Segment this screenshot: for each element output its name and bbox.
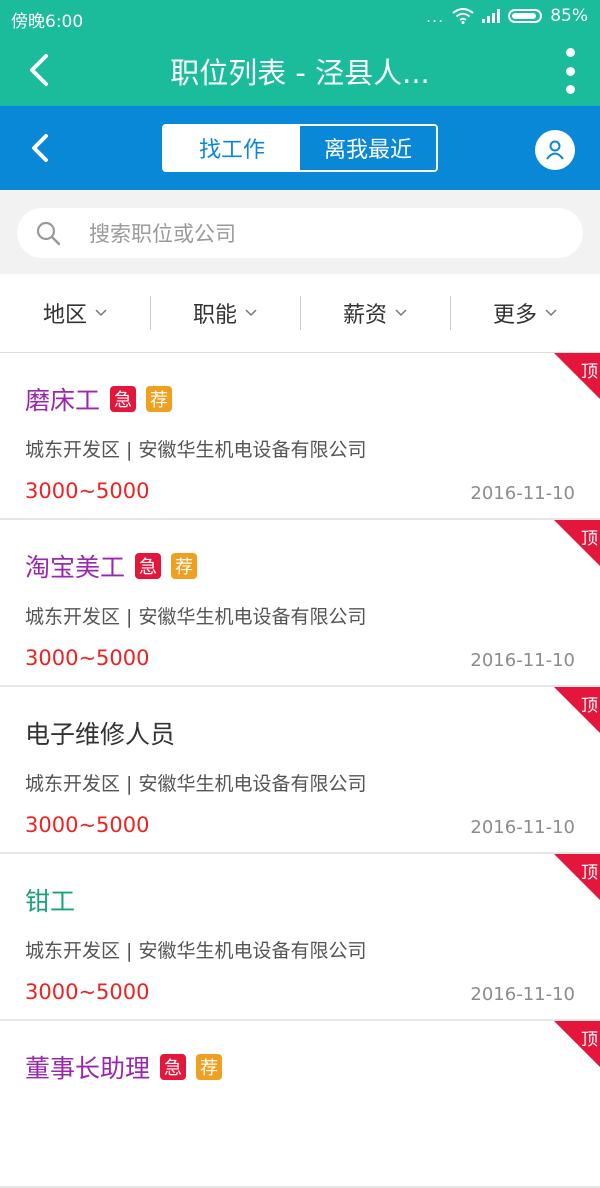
page-title: 职位列表 - 泾县人... — [170, 56, 430, 90]
top-badge-label: 顶 — [581, 696, 598, 716]
search-input[interactable] — [87, 216, 571, 252]
status-time: 傍晚6:00 — [11, 12, 84, 32]
back-chevron-icon[interactable] — [22, 128, 58, 168]
job-card[interactable]: 淘宝美工 急 荐 城东开发区 | 安徽华生机电设备有限公司 3000~5000 … — [0, 520, 600, 687]
filter-bar: 地区 职能 薪资 更多 — [0, 274, 600, 353]
urgent-badge: 急 — [110, 386, 137, 412]
search-icon — [36, 221, 61, 246]
job-title: 钳工 — [25, 887, 76, 916]
filter-label: 薪资 — [342, 303, 387, 328]
job-title-row: 磨床工 急 荐 — [25, 381, 173, 417]
job-title-row: 淘宝美工 急 荐 — [25, 548, 198, 584]
title-bar: 职位列表 - 泾县人... — [0, 34, 600, 106]
chevron-down-icon — [95, 309, 107, 317]
job-company: 城东开发区 | 安徽华生机电设备有限公司 — [25, 606, 367, 628]
job-title-row: 董事长助理 急 荐 — [25, 1049, 223, 1085]
filter-label: 更多 — [492, 303, 537, 328]
battery-icon — [508, 9, 543, 23]
job-company: 城东开发区 | 安徽华生机电设备有限公司 — [25, 439, 367, 461]
job-company: 城东开发区 | 安徽华生机电设备有限公司 — [25, 940, 367, 962]
job-salary: 3000~5000 — [25, 980, 150, 1004]
tab-find-job[interactable]: 找工作 — [164, 126, 300, 170]
nav-toolbar: 找工作 离我最近 — [0, 106, 600, 190]
back-arrow-icon[interactable] — [20, 50, 60, 90]
top-badge-label: 顶 — [581, 863, 598, 883]
recommend-badge: 荐 — [171, 553, 198, 579]
job-date: 2016-11-10 — [470, 984, 575, 1005]
chevron-down-icon — [395, 309, 407, 317]
job-title-row: 钳工 — [25, 882, 75, 918]
status-icons: ... 85% — [426, 6, 588, 26]
job-title: 磨床工 — [25, 386, 101, 415]
job-card[interactable]: 董事长助理 急 荐 顶 — [0, 1021, 600, 1188]
top-badge-label: 顶 — [581, 1030, 598, 1050]
signal-icon — [482, 9, 501, 23]
job-date: 2016-11-10 — [470, 650, 575, 671]
tab-nearest[interactable]: 离我最近 — [300, 126, 436, 170]
job-title: 电子维修人员 — [25, 720, 176, 749]
job-company: 城东开发区 | 安徽华生机电设备有限公司 — [25, 773, 367, 795]
status-bar: 傍晚6:00 ... 85% — [0, 0, 600, 34]
filter-salary[interactable]: 薪资 — [300, 274, 450, 352]
search-area — [0, 190, 600, 274]
search-box — [17, 208, 583, 258]
urgent-badge: 急 — [160, 1054, 187, 1080]
urgent-badge: 急 — [135, 553, 162, 579]
job-card[interactable]: 电子维修人员 城东开发区 | 安徽华生机电设备有限公司 3000~5000 20… — [0, 687, 600, 854]
job-salary: 3000~5000 — [25, 813, 150, 837]
job-salary: 3000~5000 — [25, 646, 150, 670]
status-dots: ... — [425, 6, 445, 26]
job-list: 磨床工 急 荐 城东开发区 | 安徽华生机电设备有限公司 3000~5000 2… — [0, 353, 600, 1188]
filter-label: 职能 — [192, 303, 237, 328]
job-card[interactable]: 磨床工 急 荐 城东开发区 | 安徽华生机电设备有限公司 3000~5000 2… — [0, 353, 600, 520]
job-card[interactable]: 钳工 城东开发区 | 安徽华生机电设备有限公司 3000~5000 2016-1… — [0, 854, 600, 1021]
segmented-control: 找工作 离我最近 — [162, 124, 438, 172]
recommend-badge: 荐 — [146, 386, 173, 412]
job-date: 2016-11-10 — [470, 483, 575, 504]
chevron-down-icon — [545, 309, 557, 317]
filter-label: 地区 — [42, 303, 87, 328]
chevron-down-icon — [245, 309, 257, 317]
job-title: 董事长助理 — [25, 1054, 151, 1083]
wifi-icon — [452, 8, 474, 24]
filter-region[interactable]: 地区 — [0, 274, 150, 352]
job-salary: 3000~5000 — [25, 479, 150, 503]
job-date: 2016-11-10 — [470, 817, 575, 838]
filter-more[interactable]: 更多 — [450, 274, 600, 352]
battery-level: 85% — [550, 6, 588, 26]
user-profile-button[interactable] — [535, 130, 575, 170]
top-badge-label: 顶 — [581, 362, 598, 382]
job-title: 淘宝美工 — [25, 553, 126, 582]
recommend-badge: 荐 — [196, 1054, 223, 1080]
user-icon — [546, 140, 564, 160]
filter-function[interactable]: 职能 — [150, 274, 300, 352]
top-badge-label: 顶 — [581, 529, 598, 549]
job-title-row: 电子维修人员 — [25, 715, 175, 751]
more-options-icon[interactable] — [562, 48, 578, 94]
